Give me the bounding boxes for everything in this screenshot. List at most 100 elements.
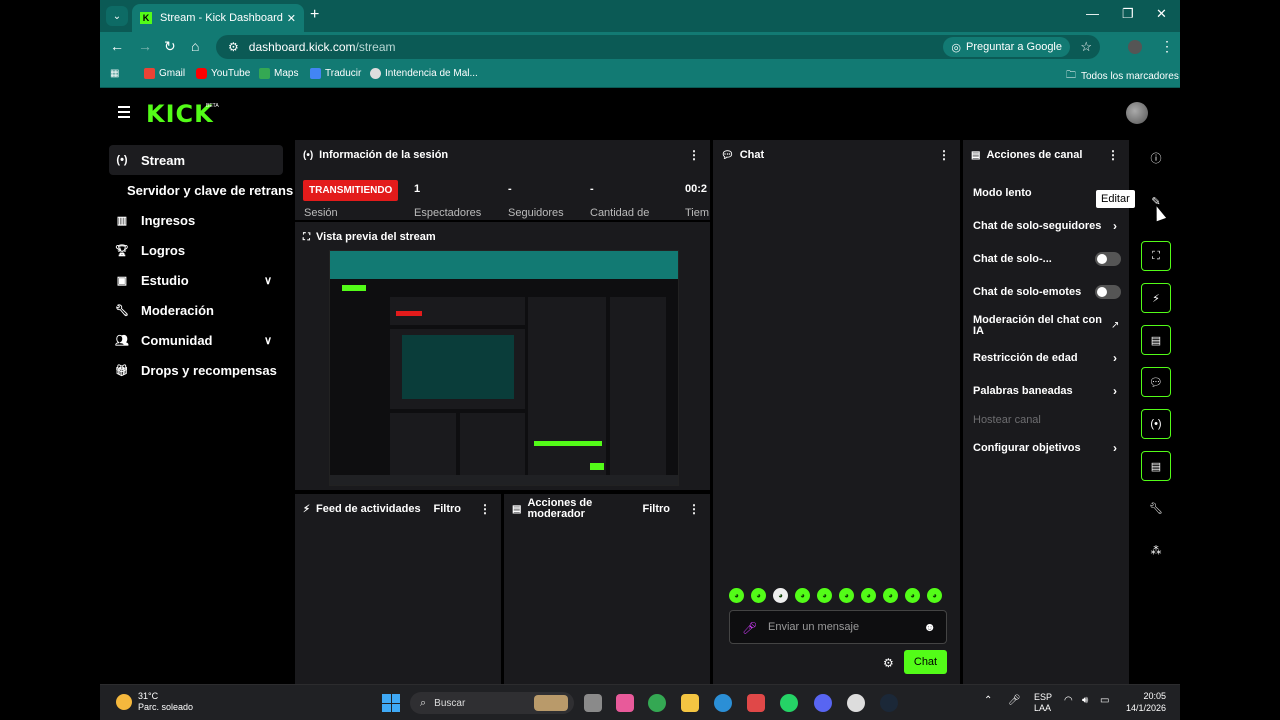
document-icon[interactable]: ▤ xyxy=(1141,325,1171,355)
clock[interactable]: 20:05 14/1/2026 xyxy=(1116,690,1166,714)
store-icon[interactable] xyxy=(747,694,765,712)
home-icon[interactable]: ⌂ xyxy=(191,38,199,54)
minimize-icon[interactable]: — xyxy=(1086,6,1099,21)
whatsapp-icon[interactable] xyxy=(780,694,798,712)
emote-icon[interactable]: ◕ xyxy=(773,588,788,603)
emote-icon[interactable]: ◕ xyxy=(927,588,942,603)
more-options-icon[interactable]: ⋮ xyxy=(938,148,950,162)
back-icon[interactable]: ← xyxy=(110,38,124,54)
emote-icon[interactable]: ◕ xyxy=(883,588,898,603)
bookmark-youtube[interactable]: YouTube xyxy=(196,68,250,79)
address-bar[interactable]: ⚙ dashboard.kick.com/stream ◎ Preguntar a… xyxy=(216,35,1100,59)
profile-icon[interactable] xyxy=(1128,40,1142,54)
weather-widget[interactable]: 31°C Parc. soleado xyxy=(116,691,193,713)
bookmark-maps[interactable]: Maps xyxy=(259,68,298,79)
action-configure-goals[interactable]: Configurar objetivos xyxy=(973,442,1121,454)
action-ai-moderation[interactable]: Moderación del chat con IA xyxy=(973,315,1109,337)
sidebar-item-drops[interactable]: 🎁︎ Drops y recompensas xyxy=(109,355,277,385)
filter-button[interactable]: Filtro xyxy=(643,503,671,515)
avatar[interactable] xyxy=(1126,102,1148,124)
more-options-icon[interactable]: ⋮ xyxy=(688,148,700,162)
discord-icon[interactable] xyxy=(814,694,832,712)
emote-icon[interactable]: ◕ xyxy=(839,588,854,603)
subs-only-toggle[interactable] xyxy=(1095,252,1121,266)
sidebar-item-moderacion[interactable]: 🔧︎ Moderación xyxy=(109,295,214,325)
microphone-icon[interactable]: 🎤︎ xyxy=(742,621,757,635)
close-icon[interactable]: ✕ xyxy=(1156,6,1167,22)
sidebar-item-estudio[interactable]: ▣ Estudio ∨ xyxy=(109,265,283,295)
send-chat-button[interactable]: Chat xyxy=(904,650,947,674)
forward-icon[interactable]: → xyxy=(138,38,152,54)
external-link-icon[interactable]: ↗ xyxy=(1111,320,1119,331)
more-options-icon[interactable]: ⋮ xyxy=(688,502,700,516)
bookmark-traducir[interactable]: Traducir xyxy=(310,68,361,79)
browser-tab[interactable]: K Stream - Kick Dashboard ✕ xyxy=(132,4,304,32)
menu-icon[interactable]: ⋮ xyxy=(1160,38,1174,55)
chevron-right-icon[interactable]: › xyxy=(1113,441,1117,455)
taskbar-search[interactable]: ⌕ Buscar xyxy=(410,692,574,714)
microphone-icon[interactable]: 🎤︎ xyxy=(1008,695,1021,706)
chevron-right-icon[interactable]: › xyxy=(1113,219,1117,233)
chat-icon[interactable]: 💬︎ xyxy=(1141,367,1171,397)
chevron-right-icon[interactable]: › xyxy=(1113,351,1117,365)
windows-start-icon[interactable] xyxy=(382,694,400,712)
emote-icon[interactable]: ◕ xyxy=(905,588,920,603)
tab-list-icon[interactable]: ⌄ xyxy=(106,6,128,26)
bolt-icon[interactable]: ⚡︎ xyxy=(1141,283,1171,313)
star-icon[interactable]: ☆ xyxy=(1080,39,1092,55)
hamburger-menu-icon[interactable] xyxy=(118,106,130,118)
kick-logo[interactable]: KICK xyxy=(146,100,214,128)
channel-actions-icon[interactable]: ▤ xyxy=(1141,451,1171,481)
emote-icon[interactable]: ◕ xyxy=(795,588,810,603)
bookmark-intendencia[interactable]: Intendencia de Mal... xyxy=(370,68,478,79)
site-info-icon[interactable]: ⚙ xyxy=(228,40,239,54)
chevron-right-icon[interactable]: › xyxy=(1113,384,1117,398)
volume-icon[interactable]: 🔊︎ xyxy=(1082,695,1088,706)
chevron-up-icon[interactable]: ⌃ xyxy=(984,695,992,706)
gear-icon[interactable]: ⚙ xyxy=(883,656,894,670)
more-options-icon[interactable]: ⋮ xyxy=(479,502,491,516)
task-view-icon[interactable] xyxy=(584,694,602,712)
steam-icon[interactable] xyxy=(880,694,898,712)
language-indicator[interactable]: ESP LAA xyxy=(1034,692,1052,714)
emote-icon[interactable]: ◕ xyxy=(751,588,766,603)
edge-icon[interactable] xyxy=(714,694,732,712)
action-age-restriction[interactable]: Restricción de edad xyxy=(973,352,1121,364)
sidebar-item-server-key[interactable]: Servidor y clave de retransm xyxy=(127,175,293,205)
action-followers-only[interactable]: Chat de solo-seguidores xyxy=(973,220,1121,232)
obs-icon[interactable] xyxy=(847,694,865,712)
preview-icon[interactable]: ⛶ xyxy=(1141,241,1171,271)
info-icon[interactable]: ⓘ xyxy=(1141,143,1171,173)
reload-icon[interactable]: ↻ xyxy=(164,38,176,55)
chrome-icon[interactable] xyxy=(648,694,666,712)
emote-icon[interactable]: ◕ xyxy=(861,588,876,603)
emote-icon[interactable]: ◕ xyxy=(729,588,744,603)
stream-preview-video[interactable] xyxy=(329,250,679,486)
apps-icon[interactable]: ▦ xyxy=(110,68,119,79)
battery-icon[interactable]: ▭ xyxy=(1100,695,1109,706)
panel-title: Acciones de canal xyxy=(986,149,1083,161)
file-explorer-icon[interactable] xyxy=(681,694,699,712)
filter-button[interactable]: Filtro xyxy=(434,503,462,515)
bookmark-gmail[interactable]: Gmail xyxy=(144,68,185,79)
emoji-icon[interactable]: ☻ xyxy=(923,620,936,634)
sidebar-item-comunidad[interactable]: 👥︎ Comunidad ∨ xyxy=(109,325,283,355)
more-options-icon[interactable]: ⋮ xyxy=(1107,148,1119,162)
sidebar-item-stream[interactable]: (•) Stream xyxy=(109,145,283,175)
copilot-icon[interactable] xyxy=(616,694,634,712)
ask-google-button[interactable]: ◎ Preguntar a Google xyxy=(943,37,1070,57)
chat-message-input[interactable]: 🎤︎ Enviar un mensaje ☻ xyxy=(729,610,947,644)
emote-icon[interactable]: ◕ xyxy=(817,588,832,603)
wrench-icon[interactable]: 🔧︎ xyxy=(1141,493,1171,523)
share-icon[interactable]: ⁂ xyxy=(1141,535,1171,565)
action-banned-words[interactable]: Palabras baneadas xyxy=(973,385,1121,397)
sidebar-item-ingresos[interactable]: ▥ Ingresos xyxy=(109,205,195,235)
sidebar-item-logros[interactable]: 🏆︎ Logros xyxy=(109,235,185,265)
all-bookmarks[interactable]: 🗀 Todos los marcadores xyxy=(1066,68,1179,85)
maximize-icon[interactable]: ❐ xyxy=(1122,6,1134,22)
emotes-only-toggle[interactable] xyxy=(1095,285,1121,299)
broadcast-icon[interactable]: (•) xyxy=(1141,409,1171,439)
new-tab-icon[interactable]: + xyxy=(310,6,319,24)
close-tab-icon[interactable]: ✕ xyxy=(287,12,296,25)
wifi-icon[interactable]: ◠ xyxy=(1064,695,1073,706)
